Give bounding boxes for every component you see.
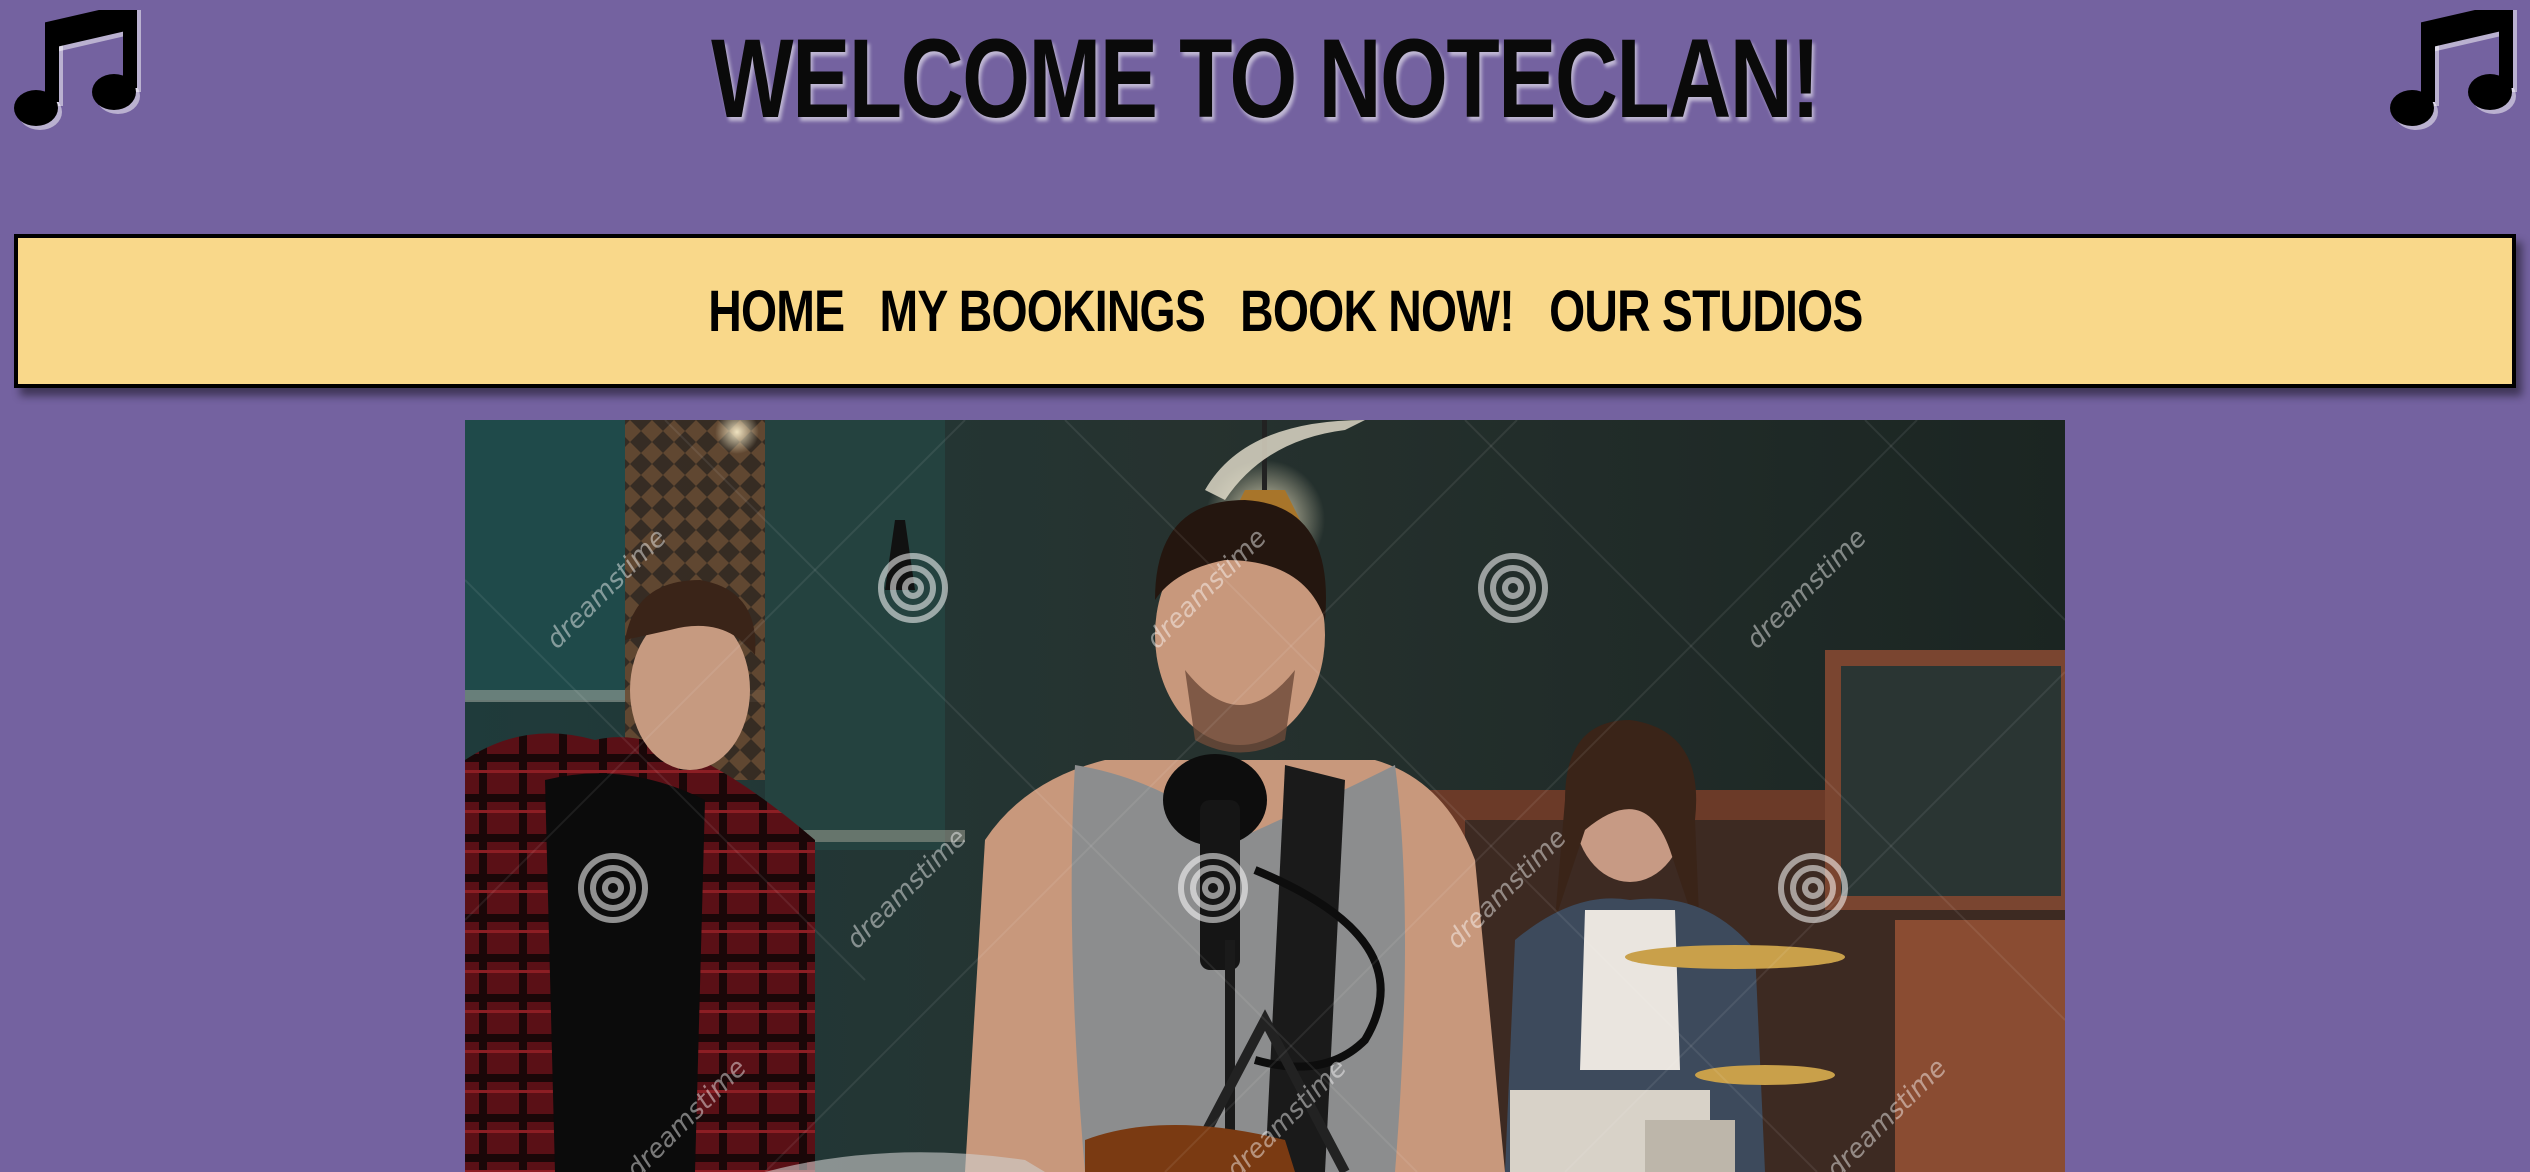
- nav-link-my-bookings[interactable]: MY BOOKINGS: [879, 278, 1205, 345]
- hero-image: dreamstime dreamstime dreamstime dreamst…: [465, 420, 2065, 1172]
- nav-link-book-now[interactable]: BOOK NOW!: [1240, 278, 1515, 345]
- music-note-icon: [2390, 10, 2517, 130]
- site-header: WELCOME TO NOTECLAN!: [0, 0, 2530, 200]
- nav-link-home[interactable]: HOME: [708, 278, 845, 345]
- nav-link-our-studios[interactable]: OUR STUDIOS: [1549, 278, 1863, 345]
- nav-links: HOME MY BOOKINGS BOOK NOW! OUR STUDIOS: [708, 278, 1863, 345]
- music-note-icon: [14, 10, 141, 130]
- main-navbar: HOME MY BOOKINGS BOOK NOW! OUR STUDIOS: [14, 234, 2516, 388]
- band-rehearsal-photo: dreamstime dreamstime dreamstime dreamst…: [465, 420, 2065, 1172]
- page-title: WELCOME TO NOTECLAN!: [711, 16, 1820, 141]
